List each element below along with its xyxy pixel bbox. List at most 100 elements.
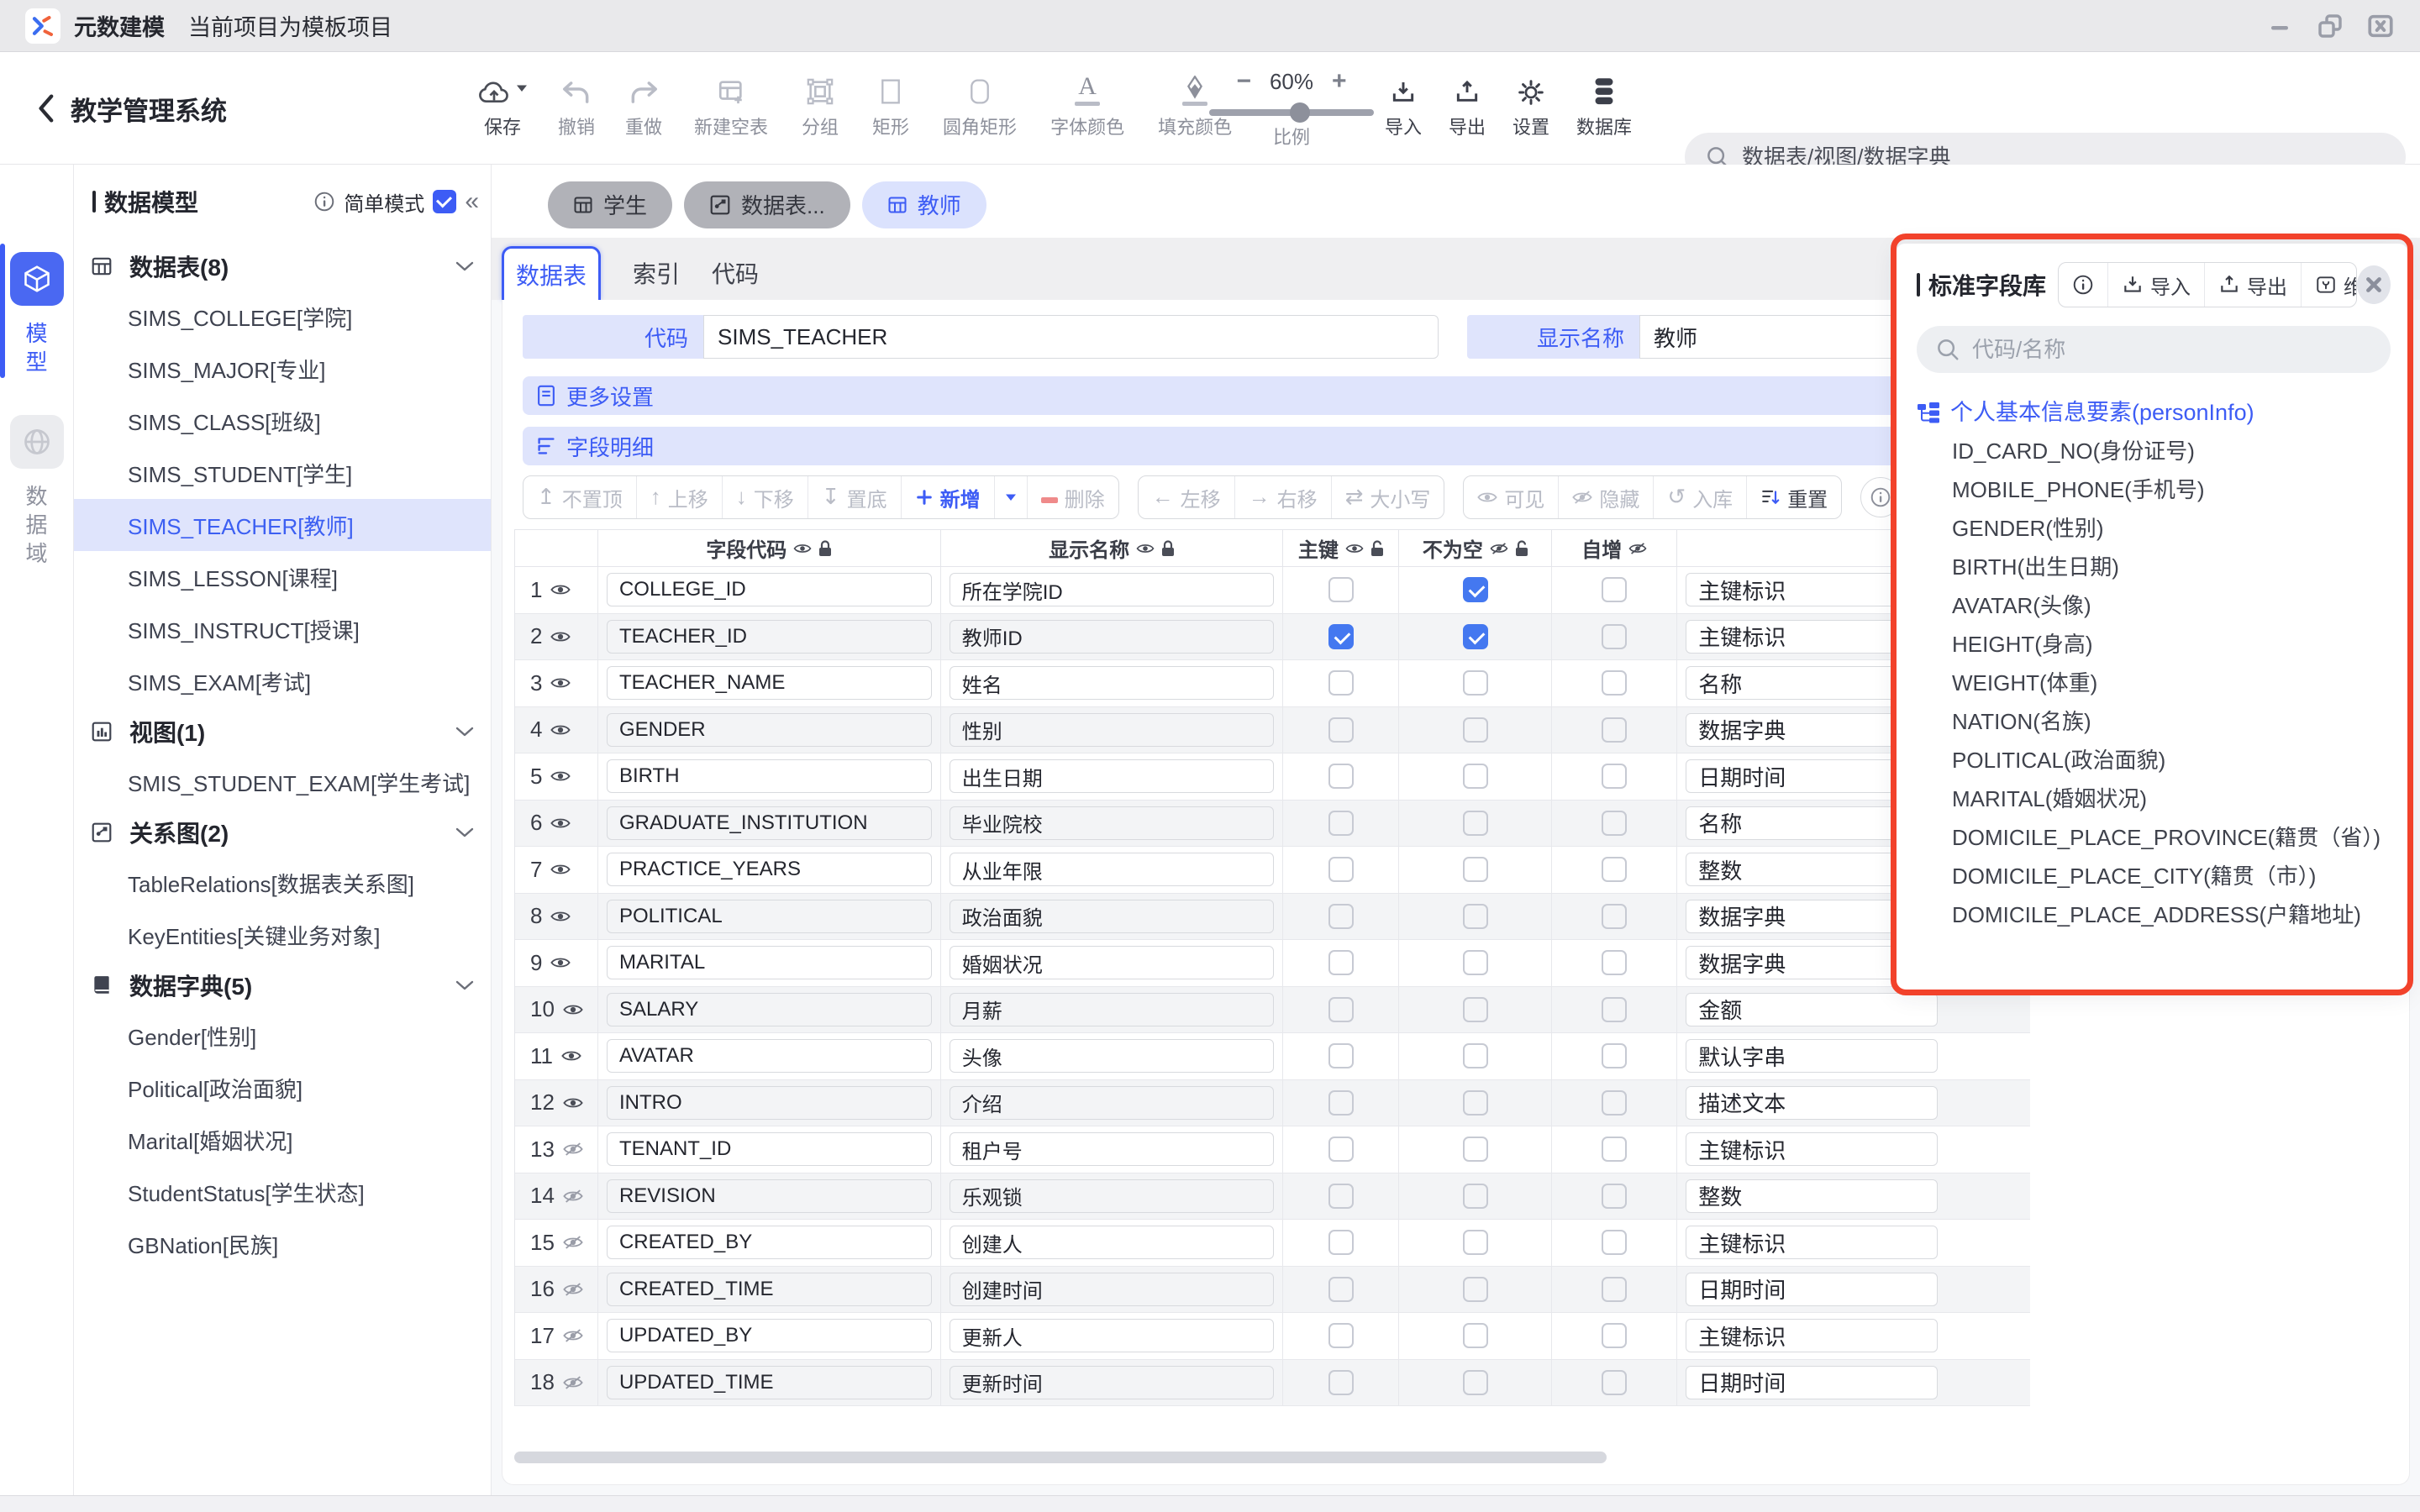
tree-item[interactable]: SIMS_INSTRUCT[授课] bbox=[74, 603, 491, 655]
primary-key-checkbox[interactable] bbox=[1328, 904, 1354, 929]
panel-info-button[interactable] bbox=[2059, 263, 2107, 307]
code-input[interactable]: TENANT_ID bbox=[607, 1132, 932, 1166]
primary-key-checkbox[interactable] bbox=[1328, 857, 1354, 882]
tree-item[interactable]: SIMS_TEACHER[教师] bbox=[74, 499, 491, 551]
field-tool-左移[interactable]: ←左移 bbox=[1139, 476, 1234, 518]
new-empty-table-button[interactable]: 新建空表 bbox=[694, 71, 768, 139]
eye-icon[interactable] bbox=[550, 676, 571, 690]
data-domain-value[interactable]: 金额 bbox=[1686, 993, 1938, 1026]
tree-item[interactable]: Gender[性别] bbox=[74, 1010, 491, 1062]
detail-tab-数据表[interactable]: 数据表 bbox=[502, 246, 601, 300]
field-tool-不置顶[interactable]: ↥不置顶 bbox=[523, 476, 636, 518]
field-tool-可见[interactable]: 可见 bbox=[1464, 476, 1558, 518]
code-field-input[interactable] bbox=[703, 315, 1439, 359]
auto-increment-checkbox[interactable] bbox=[1602, 1370, 1627, 1395]
code-input[interactable]: PRACTICE_YEARS bbox=[607, 853, 932, 886]
panel-import-button[interactable]: 导入 bbox=[2107, 263, 2204, 307]
field-tool-caret[interactable] bbox=[994, 476, 1027, 518]
primary-key-checkbox[interactable] bbox=[1328, 1090, 1354, 1116]
field-tool-大小写[interactable]: ⇄大小写 bbox=[1331, 476, 1444, 518]
code-input[interactable]: MARITAL bbox=[607, 946, 932, 979]
code-input[interactable]: CREATED_TIME bbox=[607, 1273, 932, 1306]
standard-field-item[interactable]: POLITICAL(政治面貌) bbox=[1917, 741, 2391, 780]
unlock-icon[interactable] bbox=[1370, 540, 1384, 557]
tree-section-2[interactable]: 关系图(2) bbox=[74, 808, 491, 857]
tree-section-0[interactable]: 数据表(8) bbox=[74, 242, 491, 291]
standard-field-item[interactable]: ID_CARD_NO(身份证号) bbox=[1917, 432, 2391, 470]
standard-field-item[interactable]: DOMICILE_PLACE_ADDRESS(户籍地址) bbox=[1917, 895, 2391, 934]
tree-section-1[interactable]: 视图(1) bbox=[74, 707, 491, 756]
data-domain-value[interactable]: 描述文本 bbox=[1686, 1086, 1938, 1120]
database-button[interactable]: 数据库 bbox=[1576, 71, 1632, 139]
tree-item[interactable]: SIMS_CLASS[班级] bbox=[74, 395, 491, 447]
auto-increment-checkbox[interactable] bbox=[1602, 1277, 1627, 1302]
primary-key-checkbox[interactable] bbox=[1328, 811, 1354, 836]
auto-increment-checkbox[interactable] bbox=[1602, 904, 1627, 929]
rail-item-domain[interactable]: 数据域 bbox=[0, 415, 73, 568]
standard-field-item[interactable]: NATION(名族) bbox=[1917, 702, 2391, 741]
auto-increment-checkbox[interactable] bbox=[1602, 1137, 1627, 1162]
eye-icon[interactable] bbox=[550, 956, 571, 969]
primary-key-checkbox[interactable] bbox=[1328, 717, 1354, 743]
auto-increment-checkbox[interactable] bbox=[1602, 670, 1627, 696]
eye-icon[interactable] bbox=[1345, 543, 1364, 554]
not-null-checkbox[interactable] bbox=[1463, 1370, 1488, 1395]
field-tool-下移[interactable]: ↓下移 bbox=[722, 476, 808, 518]
primary-key-checkbox[interactable] bbox=[1328, 1043, 1354, 1068]
import-button[interactable]: 导入 bbox=[1385, 71, 1422, 139]
code-input[interactable]: SALARY bbox=[607, 993, 932, 1026]
primary-key-checkbox[interactable] bbox=[1328, 577, 1354, 602]
field-tool-删除[interactable]: 删除 bbox=[1027, 476, 1118, 518]
primary-key-checkbox[interactable] bbox=[1328, 950, 1354, 975]
standard-field-item[interactable]: GENDER(性别) bbox=[1917, 509, 2391, 548]
standard-field-item[interactable]: MOBILE_PHONE(手机号) bbox=[1917, 470, 2391, 509]
chevron-down-icon[interactable] bbox=[455, 727, 474, 737]
eye-icon[interactable] bbox=[793, 543, 812, 554]
redo-button[interactable]: 重做 bbox=[625, 71, 662, 139]
chevron-down-icon[interactable] bbox=[455, 980, 474, 990]
field-tool-上移[interactable]: ↑上移 bbox=[636, 476, 722, 518]
tree-section-3[interactable]: 数据字典(5) bbox=[74, 961, 491, 1010]
name-input[interactable]: 出生日期 bbox=[950, 759, 1275, 793]
auto-increment-checkbox[interactable] bbox=[1602, 1184, 1627, 1209]
primary-key-checkbox[interactable] bbox=[1328, 1184, 1354, 1209]
code-input[interactable]: CREATED_BY bbox=[607, 1226, 932, 1259]
tree-item[interactable]: KeyEntities[关键业务对象] bbox=[74, 909, 491, 961]
undo-button[interactable]: 撤销 bbox=[558, 71, 595, 139]
auto-increment-checkbox[interactable] bbox=[1602, 717, 1627, 743]
chevron-down-icon[interactable] bbox=[455, 261, 474, 271]
not-null-checkbox[interactable] bbox=[1463, 764, 1488, 789]
primary-key-checkbox[interactable] bbox=[1328, 1323, 1354, 1348]
auto-increment-checkbox[interactable] bbox=[1602, 811, 1627, 836]
name-input[interactable]: 所在学院ID bbox=[950, 573, 1275, 606]
group-button[interactable]: 分组 bbox=[802, 71, 839, 139]
data-domain-value[interactable]: 整数 bbox=[1686, 1179, 1938, 1213]
name-input[interactable]: 创建人 bbox=[950, 1226, 1275, 1259]
zoom-out-button[interactable]: − bbox=[1236, 67, 1251, 96]
tree-item[interactable]: SIMS_COLLEGE[学院] bbox=[74, 291, 491, 343]
name-input[interactable]: 月薪 bbox=[950, 993, 1275, 1026]
zoom-slider[interactable] bbox=[1209, 109, 1374, 116]
detail-tab-代码[interactable]: 代码 bbox=[712, 246, 759, 300]
name-input[interactable]: 教师ID bbox=[950, 620, 1275, 654]
eye-icon[interactable] bbox=[550, 583, 571, 596]
name-input[interactable]: 租户号 bbox=[950, 1132, 1275, 1166]
detail-tab-索引[interactable]: 索引 bbox=[633, 246, 680, 300]
code-input[interactable]: AVATAR bbox=[607, 1039, 932, 1073]
zoom-slider-thumb[interactable] bbox=[1290, 102, 1310, 123]
save-button[interactable]: 保存 bbox=[477, 71, 528, 139]
primary-key-checkbox[interactable] bbox=[1328, 1137, 1354, 1162]
not-null-checkbox[interactable] bbox=[1463, 1230, 1488, 1255]
not-null-checkbox[interactable] bbox=[1463, 1323, 1488, 1348]
primary-key-checkbox[interactable] bbox=[1328, 1277, 1354, 1302]
code-input[interactable]: TEACHER_NAME bbox=[607, 666, 932, 700]
not-null-checkbox[interactable] bbox=[1463, 717, 1488, 743]
export-button[interactable]: 导出 bbox=[1449, 71, 1486, 139]
not-null-checkbox[interactable] bbox=[1463, 904, 1488, 929]
code-input[interactable]: BIRTH bbox=[607, 759, 932, 793]
primary-key-checkbox[interactable] bbox=[1328, 1370, 1354, 1395]
name-input[interactable]: 姓名 bbox=[950, 666, 1275, 700]
unlock-icon[interactable] bbox=[1515, 540, 1528, 557]
lock-icon[interactable] bbox=[818, 540, 832, 557]
field-tool-右移[interactable]: →右移 bbox=[1234, 476, 1331, 518]
